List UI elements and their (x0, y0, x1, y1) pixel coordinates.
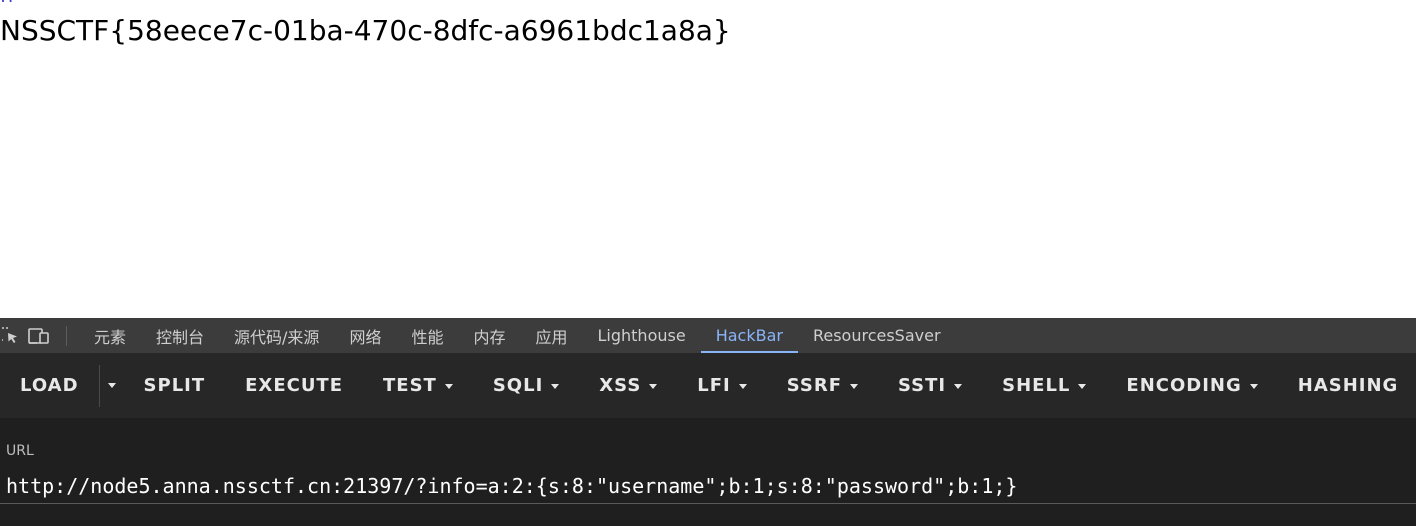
shell-menu-button[interactable]: SHELL (982, 353, 1106, 418)
execute-label: EXECUTE (245, 375, 344, 396)
tab-sources[interactable]: 源代码/来源 (219, 318, 334, 353)
tab-hackbar[interactable]: HackBar (700, 318, 799, 353)
tab-memory[interactable]: 内存 (458, 318, 520, 353)
chevron-down-icon (850, 384, 859, 389)
encoding-label: ENCODING (1126, 375, 1242, 396)
chevron-down-icon (107, 383, 116, 388)
ssrf-menu-button[interactable]: SSRF (767, 353, 878, 418)
tab-lighthouse[interactable]: Lighthouse (583, 318, 701, 353)
chevron-down-icon (954, 384, 963, 389)
hackbar-toolbar: LOAD SPLIT EXECUTE TEST SQLI XSS LFI SSR… (0, 353, 1416, 418)
ssrf-label: SSRF (786, 375, 843, 396)
devtools-panel: 元素 控制台 源代码/来源 网络 性能 内存 应用 Lighthouse Hac… (0, 318, 1416, 526)
split-button[interactable]: SPLIT (124, 353, 226, 418)
browser-page: !? NSSCTF{58eece7c-01ba-470c-8dfc-a6961b… (0, 0, 1416, 526)
load-button-group: LOAD (0, 353, 124, 418)
hashing-label: HASHING (1297, 375, 1399, 396)
chevron-down-icon (649, 384, 658, 389)
devtools-tabbar: 元素 控制台 源代码/来源 网络 性能 内存 应用 Lighthouse Hac… (0, 318, 1416, 353)
tab-resourcessaver[interactable]: ResourcesSaver (798, 318, 956, 353)
url-input[interactable] (0, 468, 1416, 504)
inspect-element-icon[interactable] (0, 318, 22, 353)
url-label: URL (6, 443, 34, 459)
test-label: TEST (383, 375, 437, 396)
hashing-menu-button[interactable]: HASHING (1278, 353, 1416, 418)
sqli-menu-button[interactable]: SQLI (473, 353, 579, 418)
lfi-menu-button[interactable]: LFI (677, 353, 766, 418)
load-button[interactable]: LOAD (0, 353, 99, 418)
split-label: SPLIT (143, 375, 206, 396)
previous-output-fragment: !? (0, 0, 16, 7)
chevron-down-icon (551, 384, 560, 389)
tab-console[interactable]: 控制台 (141, 318, 219, 353)
ssti-menu-button[interactable]: SSTI (878, 353, 982, 418)
url-section: URL (0, 418, 1416, 526)
device-toolbar-icon[interactable] (22, 318, 56, 353)
shell-label: SHELL (1002, 375, 1071, 396)
tabbar-divider (66, 325, 67, 346)
test-menu-button[interactable]: TEST (363, 353, 473, 418)
tab-performance[interactable]: 性能 (396, 318, 458, 353)
chevron-down-icon (1078, 384, 1087, 389)
chevron-down-icon (444, 384, 453, 389)
encoding-menu-button[interactable]: ENCODING (1106, 353, 1277, 418)
xss-label: XSS (599, 375, 642, 396)
load-dropdown-button[interactable] (100, 353, 124, 418)
tab-network[interactable]: 网络 (334, 318, 396, 353)
ssti-label: SSTI (898, 375, 947, 396)
tab-application[interactable]: 应用 (520, 318, 582, 353)
chevron-down-icon (1249, 384, 1258, 389)
lfi-label: LFI (697, 375, 731, 396)
web-page-content: !? NSSCTF{58eece7c-01ba-470c-8dfc-a6961b… (0, 0, 1416, 318)
flag-text: NSSCTF{58eece7c-01ba-470c-8dfc-a6961bdc1… (0, 14, 731, 47)
xss-menu-button[interactable]: XSS (579, 353, 677, 418)
sqli-label: SQLI (492, 375, 544, 396)
execute-button[interactable]: EXECUTE (225, 353, 363, 418)
tab-elements[interactable]: 元素 (79, 318, 141, 353)
chevron-down-icon (738, 384, 747, 389)
